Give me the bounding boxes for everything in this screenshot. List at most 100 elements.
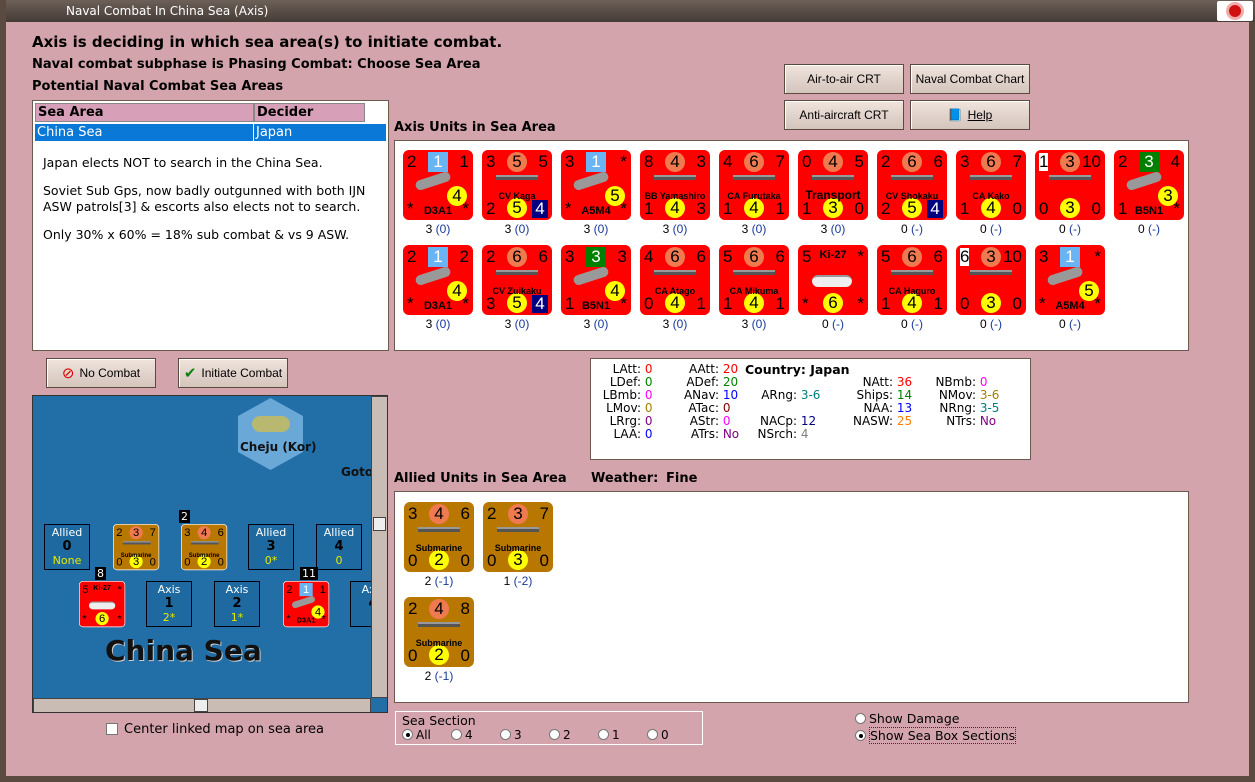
unit-counter[interactable]: 5 Ki-27 * * 6 * (798, 245, 868, 315)
unit-counter[interactable]: 3 6 7 1 4 0 CA Kako (956, 150, 1026, 220)
naval-combat-chart-button[interactable]: Naval Combat Chart (910, 64, 1030, 94)
radio[interactable] (549, 729, 560, 740)
attack-value: 2 (407, 247, 417, 266)
top-right-value: 3 (696, 152, 706, 171)
sea-box-allied[interactable]: Allied 0 None (44, 524, 90, 570)
unit-counter[interactable]: 2 1 2 * 4 * D3A1 (403, 245, 473, 315)
unit-counter[interactable]: 1 3 10 0 3 0 (1035, 150, 1105, 220)
radio[interactable] (855, 713, 866, 724)
option-label: 3 (514, 728, 522, 742)
sea-box-allied[interactable]: Allied 3 0* (248, 524, 294, 570)
stack-count-label: 8 (95, 567, 106, 580)
unit-counter[interactable]: 2 3 7 0 3 0 Submarine (113, 524, 160, 571)
show-sections-radio[interactable]: Show Sea Box Sections (855, 727, 1017, 744)
unit-counter[interactable]: 8 4 3 1 4 3 BB Yamashiro (640, 150, 710, 220)
no-combat-button[interactable]: ⊘ No Combat (46, 358, 156, 388)
stat-value: 0 (979, 375, 988, 389)
radio[interactable] (598, 729, 609, 740)
bottom-right-value: 1 (696, 294, 706, 313)
radio[interactable] (855, 730, 866, 741)
top-right-value: * (857, 247, 864, 266)
unit-counter[interactable]: 5 6 6 1 4 1 CA Mikuma (719, 245, 789, 315)
unit-counter[interactable]: 2 6 6 3 5 4 CV Zuikaku (482, 245, 552, 315)
unit-counter[interactable]: 2 1 1 * 4 * D3A1 (403, 150, 473, 220)
sea-box-axis[interactable]: Axis 1 2* (146, 581, 192, 627)
sea-area-map[interactable]: Cheju (Kor) Goto China Sea Allied 0 None Al… (32, 395, 388, 713)
radio[interactable] (451, 729, 462, 740)
stat-label: NAA: (863, 401, 893, 415)
movement-value: 5 (507, 198, 527, 218)
sea-section-option[interactable]: 4 (451, 728, 500, 742)
checkbox[interactable] (106, 723, 118, 735)
center-map-checkbox[interactable]: Center linked map on sea area (106, 722, 324, 737)
unit-counter[interactable]: 5 6 6 1 4 1 CA Haguro (877, 245, 947, 315)
sea-section-option[interactable]: 2 (549, 728, 598, 742)
unit-counter[interactable]: 3 4 6 0 2 0 Submarine (404, 502, 474, 572)
strength-change: (0) (593, 317, 609, 331)
unit-counter[interactable]: 5 Ki-27 * * 6 * (79, 581, 126, 628)
movement-value: 3 (1060, 198, 1080, 218)
bottom-left-value: 1 (881, 294, 891, 313)
center-top-value: 3 (129, 525, 143, 540)
bottom-right-value: 4 (532, 295, 548, 313)
table-row[interactable]: China Sea Japan (35, 124, 386, 141)
sea-section-option[interactable]: 1 (598, 728, 647, 742)
horizontal-scroll-thumb[interactable] (194, 699, 208, 712)
unit-counter[interactable]: 3 4 6 0 2 0 Submarine (181, 524, 228, 571)
unit-counter[interactable]: 0 4 5 1 3 0 Transport (798, 150, 868, 220)
aircraft-silhouette-icon (812, 275, 852, 287)
aircraft-silhouette-icon (572, 265, 610, 287)
horizontal-scrollbar[interactable] (33, 698, 371, 712)
status-heading: Axis is deciding in which sea area(s) to… (32, 33, 503, 51)
top-right-value: 6 (696, 247, 706, 266)
strength-change: (0) (593, 222, 609, 236)
radio[interactable] (647, 729, 658, 740)
sea-box-allied[interactable]: Allied 4 0 (316, 524, 362, 570)
sea-box-axis[interactable]: Axis 2 1* (214, 581, 260, 627)
initiate-combat-button[interactable]: ✔ Initiate Combat (178, 358, 288, 388)
window-title: Naval Combat In China Sea (Axis) (66, 4, 269, 18)
radio[interactable] (402, 729, 413, 740)
unit-counter[interactable]: 3 1 * * 5 * A5M4 (1035, 245, 1105, 315)
help-button[interactable]: 📘 Help (910, 100, 1030, 130)
attack-value: 2 (881, 152, 891, 171)
show-damage-radio[interactable]: Show Damage (855, 711, 959, 726)
unit-counter[interactable]: 3 1 * * 5 * A5M4 (561, 150, 631, 220)
top-right-value: 10 (1003, 247, 1022, 266)
unit-counter[interactable]: 3 3 3 1 4 * B5N1 (561, 245, 631, 315)
unit-counter[interactable]: 2 1 1 * 4 * D3A1 (283, 581, 330, 628)
bottom-left-value: 0 (960, 294, 970, 313)
book-icon: 📘 (947, 108, 963, 122)
sea-section-option[interactable]: 3 (500, 728, 549, 742)
stat-value: 13 (896, 401, 913, 415)
center-top-value: 3 (1060, 152, 1080, 172)
vertical-scrollbar[interactable] (371, 396, 387, 698)
stat-label: Ships: (856, 388, 893, 402)
attack-value: 6 (960, 247, 970, 266)
stat-value: 0 (644, 414, 653, 428)
unit-counter[interactable]: 6 3 10 0 3 0 (956, 245, 1026, 315)
radio[interactable] (500, 729, 511, 740)
unit-counter[interactable]: 2 3 7 0 3 0 Submarine (483, 502, 553, 572)
movement-value: 4 (744, 198, 764, 218)
movement-value: 2 (429, 645, 449, 665)
strength: 3 (425, 317, 433, 331)
vertical-scroll-thumb[interactable] (373, 517, 386, 531)
unit-counter[interactable]: 3 5 5 2 5 4 CV Kaga (482, 150, 552, 220)
top-right-value: 4 (1170, 152, 1180, 171)
unit-counter[interactable]: 2 3 4 1 3 * B5N1 (1114, 150, 1184, 220)
sea-section-title: Sea Section (402, 713, 476, 728)
sea-section-option[interactable]: All (402, 728, 451, 742)
unit-counter[interactable]: 2 6 6 2 5 4 CV Shokaku (877, 150, 947, 220)
unit-counter[interactable]: 4 6 7 1 4 1 CA Furutaka (719, 150, 789, 220)
unit-counter[interactable]: 2 4 8 0 2 0 Submarine (404, 597, 474, 667)
top-right-value: 6 (460, 504, 470, 523)
option-label: 4 (465, 728, 473, 742)
center-map-label: Center linked map on sea area (124, 722, 324, 737)
unit-counter[interactable]: 4 6 6 0 4 1 CA Atago (640, 245, 710, 315)
air-to-air-crt-button[interactable]: Air-to-air CRT (784, 64, 904, 94)
anti-aircraft-crt-button[interactable]: Anti-aircraft CRT (784, 100, 904, 130)
japan-flag-icon (1217, 1, 1253, 21)
sea-section-option[interactable]: 0 (647, 728, 696, 742)
stat-item: ANav: 10 (677, 388, 738, 402)
